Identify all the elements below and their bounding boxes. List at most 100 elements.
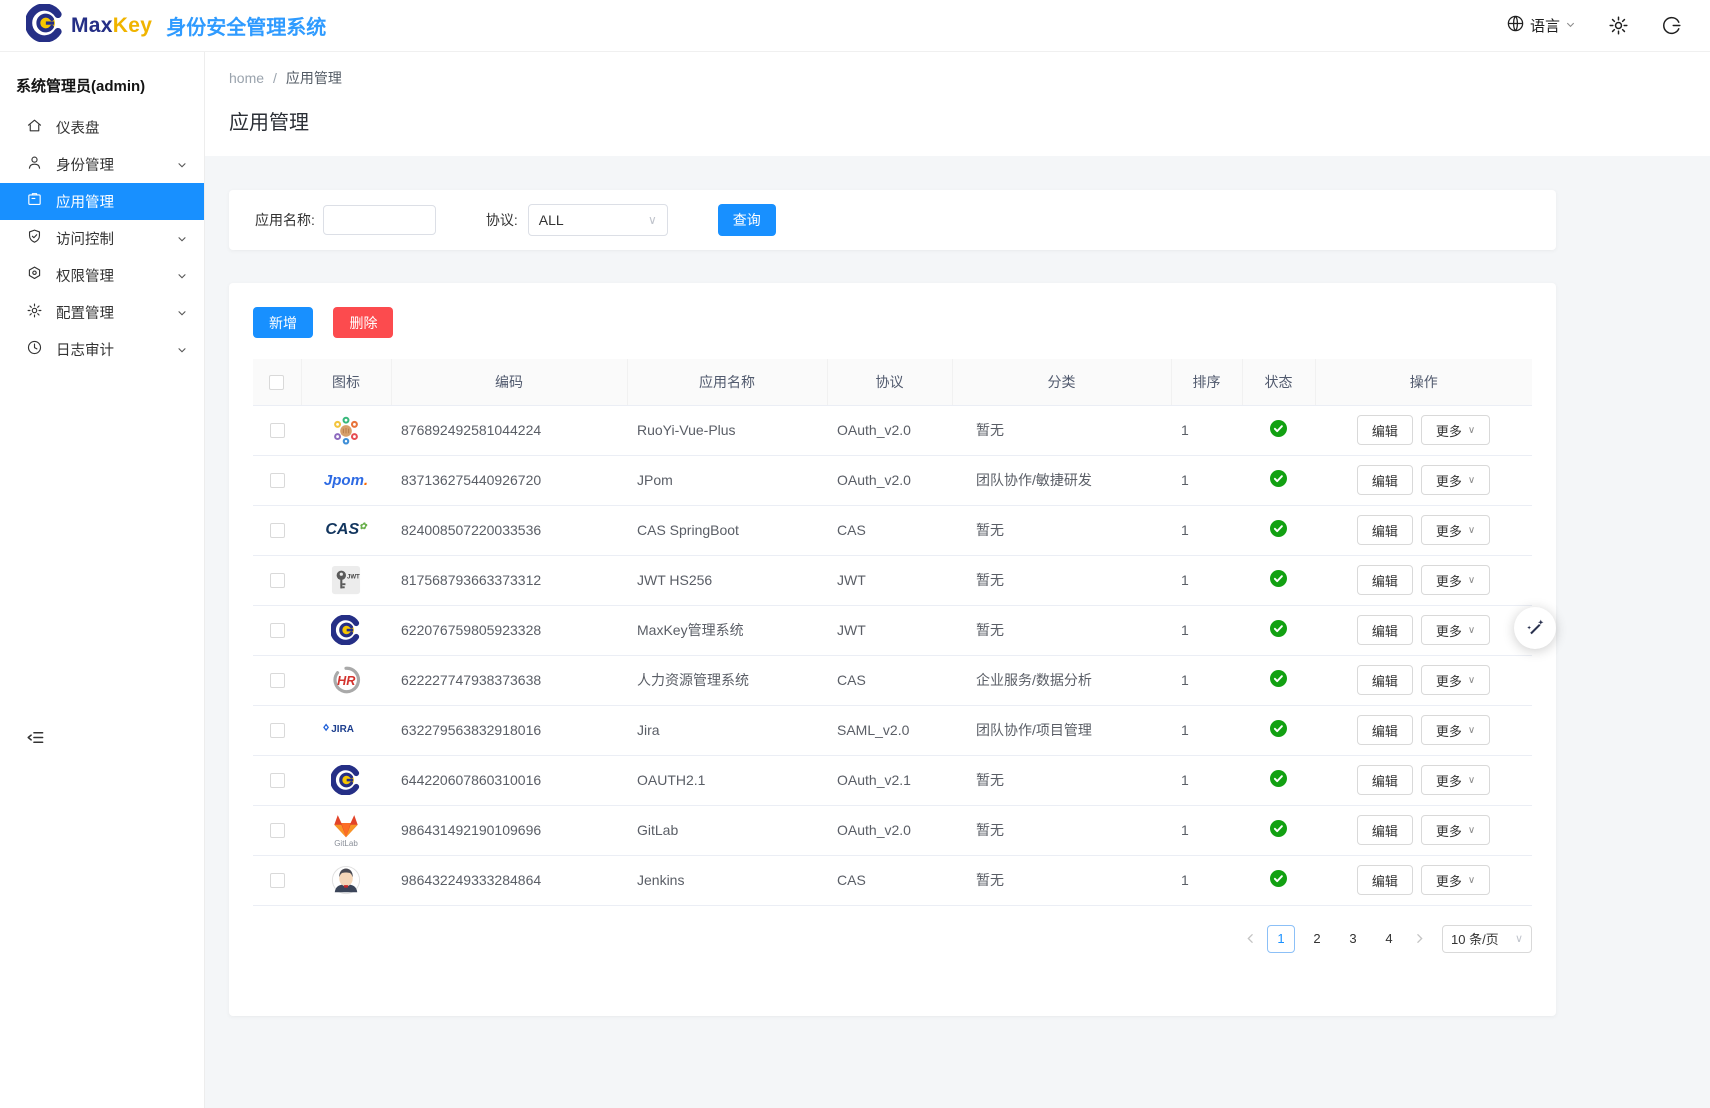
more-button[interactable]: 更多∨ xyxy=(1421,415,1490,445)
status-enabled-icon xyxy=(1270,674,1287,690)
app-icon-cell: Jpom. xyxy=(301,455,391,505)
language-menu[interactable]: 语言 xyxy=(1506,14,1576,37)
table-toolbar: 新增 删除 xyxy=(253,307,1532,338)
sidebar-item-label: 仪表盘 xyxy=(56,117,100,138)
brand-name: MaxKey xyxy=(71,14,152,38)
svg-text:HR: HR xyxy=(337,674,356,688)
gear-icon xyxy=(1608,15,1629,36)
more-button[interactable]: 更多∨ xyxy=(1421,465,1490,495)
edit-button[interactable]: 编辑 xyxy=(1357,615,1413,645)
row-checkbox[interactable] xyxy=(270,873,285,888)
sidebar-item-apps[interactable]: 应用管理 xyxy=(0,183,204,220)
sidebar-item-permissions[interactable]: 权限管理 xyxy=(0,257,204,294)
row-checkbox[interactable] xyxy=(270,523,285,538)
page-number-2[interactable]: 2 xyxy=(1303,925,1331,953)
brand: MaxKey 身份安全管理系统 xyxy=(26,4,326,47)
row-actions: 编辑更多∨ xyxy=(1315,765,1532,795)
next-page-button[interactable] xyxy=(1411,932,1428,945)
edit-button[interactable]: 编辑 xyxy=(1357,515,1413,545)
select-all-checkbox[interactable] xyxy=(269,375,284,390)
row-checkbox[interactable] xyxy=(270,823,285,838)
current-user-label: 系统管理员(admin) xyxy=(0,52,204,109)
page-number-1[interactable]: 1 xyxy=(1267,925,1295,953)
breadcrumb-home[interactable]: home xyxy=(229,70,264,86)
app-name-input[interactable] xyxy=(323,205,436,235)
more-button[interactable]: 更多∨ xyxy=(1421,615,1490,645)
more-label: 更多 xyxy=(1436,421,1462,440)
svg-text:JIRA: JIRA xyxy=(331,724,354,735)
chevron-down-icon: ∨ xyxy=(1468,675,1475,686)
appstore-icon xyxy=(26,191,43,212)
sidebar-item-config[interactable]: 配置管理 xyxy=(0,294,204,331)
row-checkbox[interactable] xyxy=(270,623,285,638)
assistant-floating-button[interactable] xyxy=(1514,607,1556,649)
more-label: 更多 xyxy=(1436,471,1462,490)
row-checkbox[interactable] xyxy=(270,423,285,438)
row-checkbox[interactable] xyxy=(270,473,285,488)
edit-button[interactable]: 编辑 xyxy=(1357,565,1413,595)
table-row: 986432249333284864JenkinsCAS暂无1编辑更多∨ xyxy=(253,855,1532,905)
row-checkbox[interactable] xyxy=(270,773,285,788)
search-panel: 应用名称: 协议: ALL ∨ 查询 xyxy=(229,190,1556,250)
status-enabled-icon xyxy=(1270,624,1287,640)
more-button[interactable]: 更多∨ xyxy=(1421,715,1490,745)
jenkins-logo xyxy=(301,865,391,895)
more-button[interactable]: 更多∨ xyxy=(1421,665,1490,695)
page-number-3[interactable]: 3 xyxy=(1339,925,1367,953)
edit-button[interactable]: 编辑 xyxy=(1357,665,1413,695)
edit-button[interactable]: 编辑 xyxy=(1357,415,1413,445)
sidebar-item-audit[interactable]: 日志审计 xyxy=(0,331,204,368)
row-checkbox[interactable] xyxy=(270,673,285,688)
more-button[interactable]: 更多∨ xyxy=(1421,765,1490,795)
jwt-logo: JWT xyxy=(301,565,391,595)
shield-check-icon xyxy=(26,228,43,249)
app-protocol: JWT xyxy=(827,605,952,655)
logout-button[interactable] xyxy=(1661,15,1682,36)
page-header: home / 应用管理 应用管理 xyxy=(205,52,1710,156)
app-category: 暂无 xyxy=(952,555,1171,605)
more-button[interactable]: 更多∨ xyxy=(1421,865,1490,895)
protocol-select[interactable]: ALL ∨ xyxy=(528,204,668,236)
search-button[interactable]: 查询 xyxy=(718,204,776,236)
user-icon xyxy=(26,154,43,175)
app-protocol: SAML_v2.0 xyxy=(827,705,952,755)
sidebar-item-identity[interactable]: 身份管理 xyxy=(0,146,204,183)
sidebar-item-dashboard[interactable]: 仪表盘 xyxy=(0,109,204,146)
clock-icon xyxy=(26,339,43,360)
status-enabled-icon xyxy=(1270,524,1287,540)
sidebar-item-label: 权限管理 xyxy=(56,265,114,286)
app-sort: 1 xyxy=(1171,405,1242,455)
edit-button[interactable]: 编辑 xyxy=(1357,465,1413,495)
app-icon-cell: CAS✿ xyxy=(301,505,391,555)
prev-page-button[interactable] xyxy=(1242,932,1259,945)
edit-button[interactable]: 编辑 xyxy=(1357,765,1413,795)
page-number-4[interactable]: 4 xyxy=(1375,925,1403,953)
more-button[interactable]: 更多∨ xyxy=(1421,515,1490,545)
sidebar-item-access[interactable]: 访问控制 xyxy=(0,220,204,257)
delete-button[interactable]: 删除 xyxy=(333,307,393,338)
sidebar-collapse-button[interactable] xyxy=(26,728,45,747)
column-header-protocol: 协议 xyxy=(827,359,952,405)
app-sort: 1 xyxy=(1171,555,1242,605)
select-all-header-cell xyxy=(253,359,301,405)
settings-button[interactable] xyxy=(1608,15,1629,36)
table-row: GitLab986431492190109696GitLabOAuth_v2.0… xyxy=(253,805,1532,855)
more-button[interactable]: 更多∨ xyxy=(1421,815,1490,845)
row-checkbox[interactable] xyxy=(270,573,285,588)
page-size-select[interactable]: 10 条/页∨ xyxy=(1442,925,1532,953)
maxkey-logo-icon xyxy=(26,4,64,47)
row-actions: 编辑更多∨ xyxy=(1315,815,1532,845)
edit-button[interactable]: 编辑 xyxy=(1357,865,1413,895)
column-header-status: 状态 xyxy=(1242,359,1315,405)
app-name: JWT HS256 xyxy=(627,555,827,605)
chevron-down-icon: ∨ xyxy=(1468,525,1475,536)
edit-button[interactable]: 编辑 xyxy=(1357,815,1413,845)
add-button[interactable]: 新增 xyxy=(253,307,313,338)
edit-button[interactable]: 编辑 xyxy=(1357,715,1413,745)
app-name: 人力资源管理系统 xyxy=(627,655,827,705)
table-row: 622076759805923328MaxKey管理系统JWT暂无1编辑更多∨ xyxy=(253,605,1532,655)
more-button[interactable]: 更多∨ xyxy=(1421,565,1490,595)
app-sort: 1 xyxy=(1171,605,1242,655)
row-checkbox[interactable] xyxy=(270,723,285,738)
app-name: RuoYi-Vue-Plus xyxy=(627,405,827,455)
